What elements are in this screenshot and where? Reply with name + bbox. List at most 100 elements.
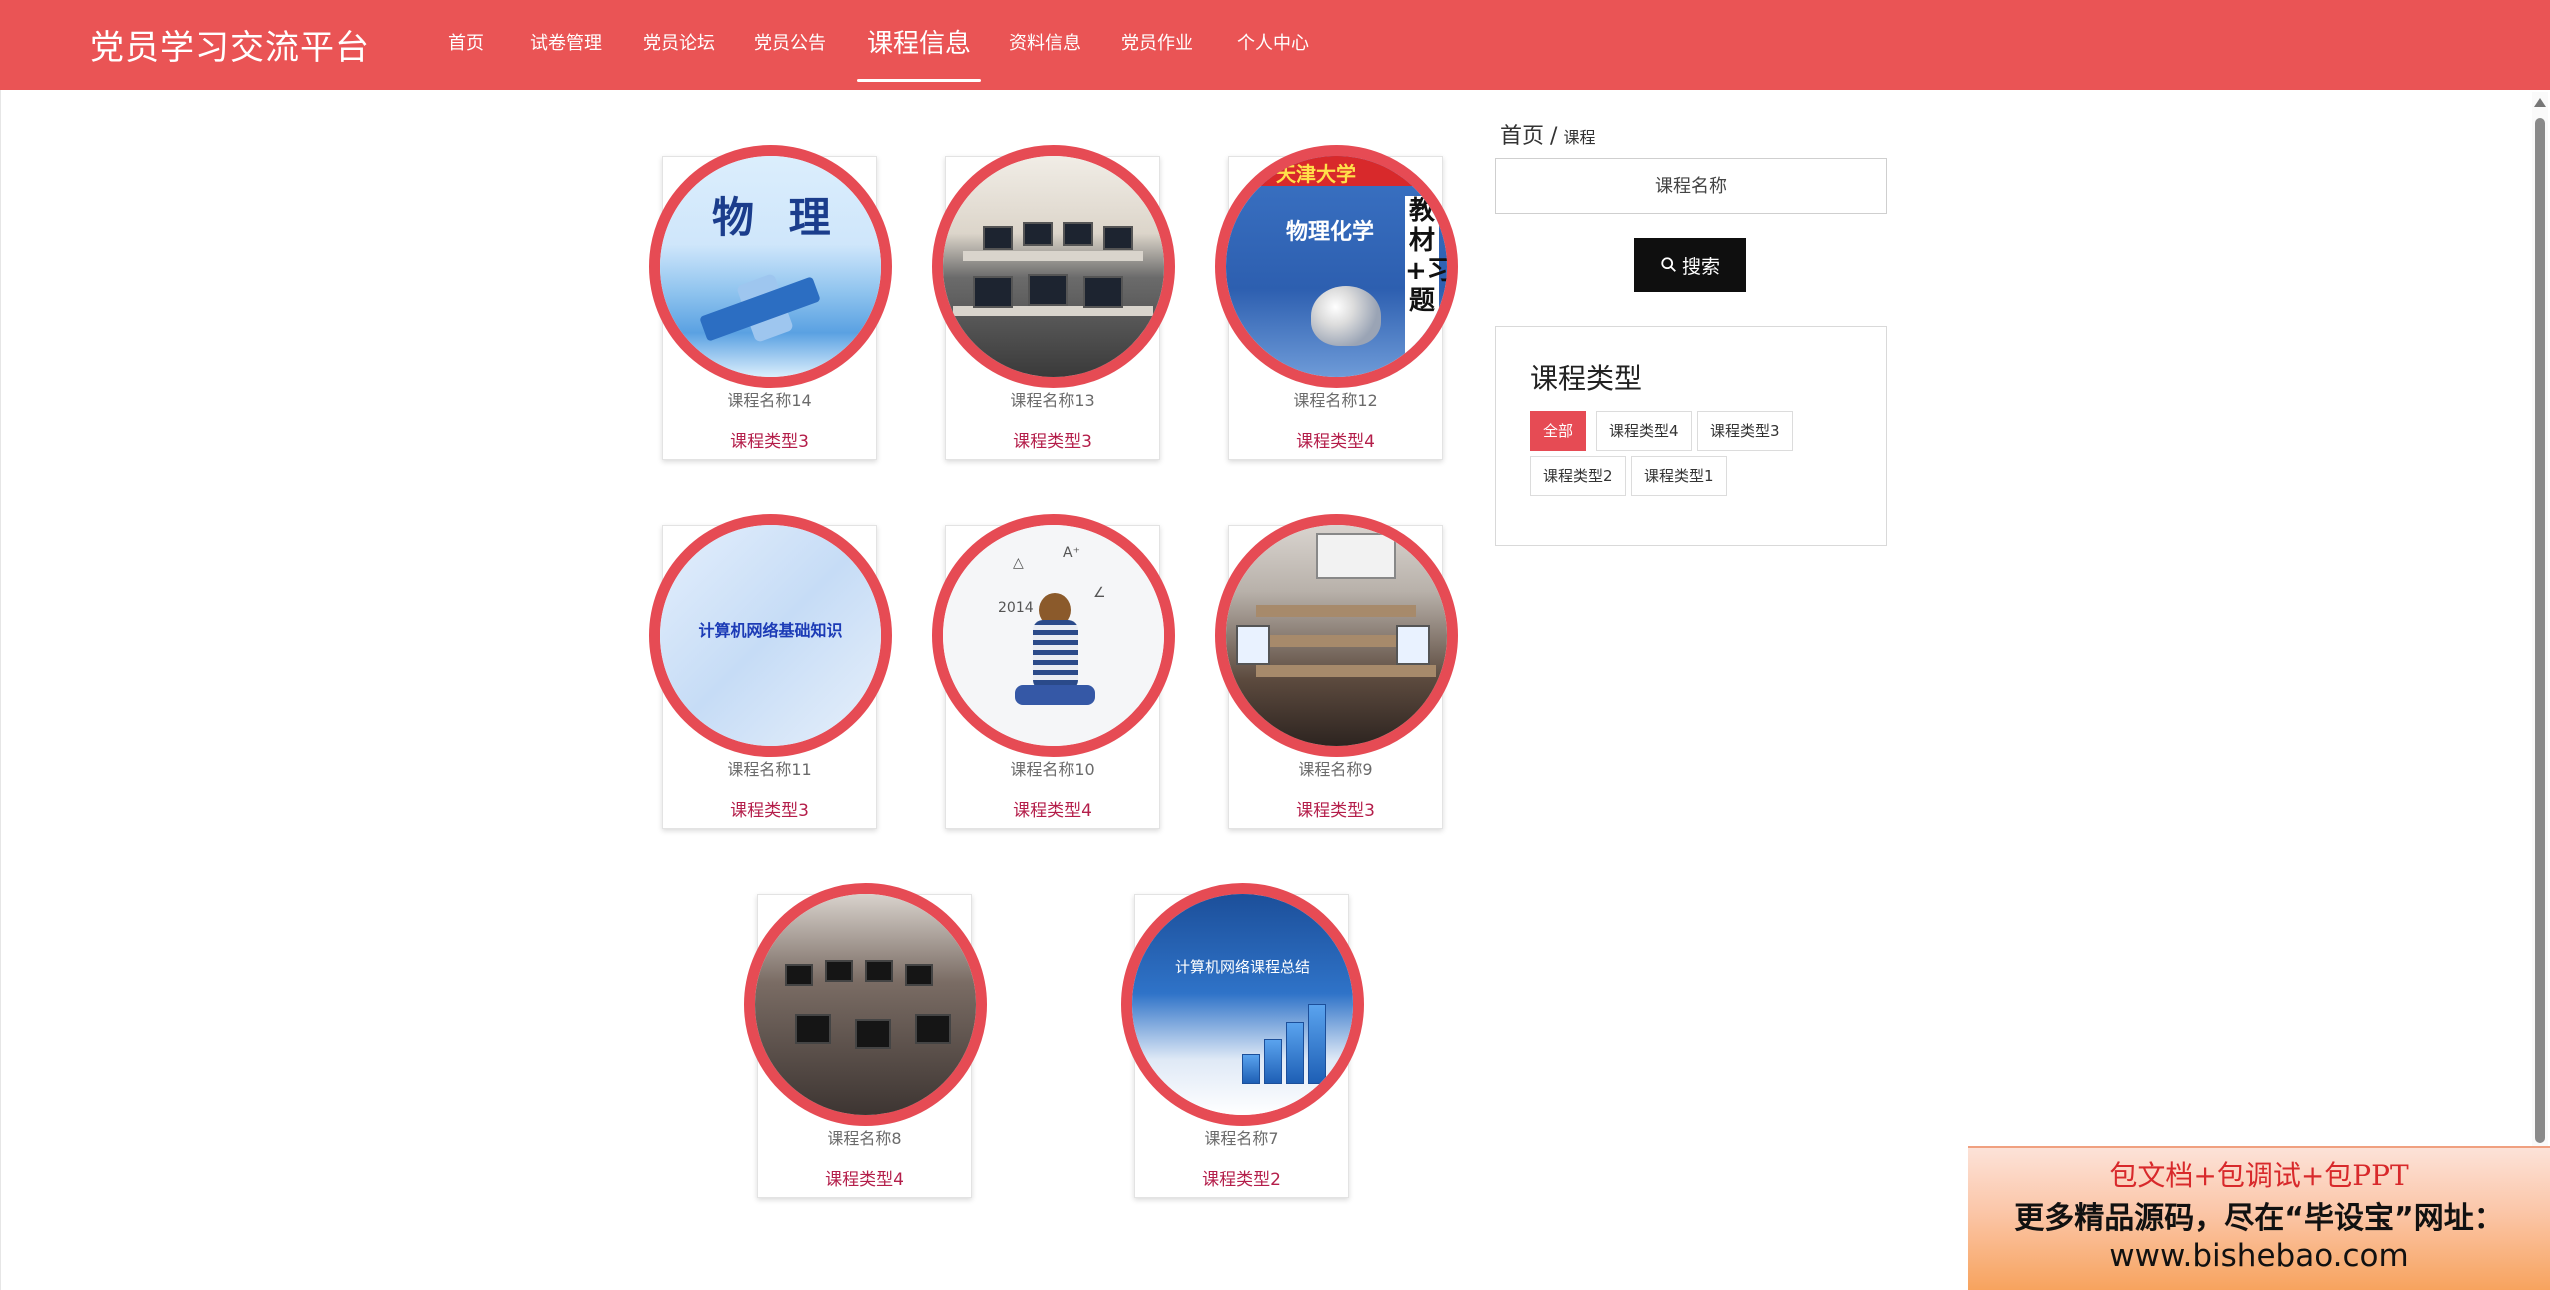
girl-reading-image: △ A⁺ ∠ 2014 [943, 525, 1164, 746]
course-image[interactable] [1215, 514, 1458, 757]
course-card[interactable]: 课程名称13 课程类型3 [932, 145, 1175, 460]
course-card[interactable]: 物 理 课程名称14 课程类型3 [649, 145, 892, 460]
course-name[interactable]: 课程名称10 [946, 756, 1159, 780]
course-image[interactable]: 天津大学 物理化学 教材+习题 [1215, 145, 1458, 388]
course-name[interactable]: 课程名称14 [663, 387, 876, 411]
monitor [1103, 226, 1133, 250]
course-type: 课程类型4 [1296, 432, 1375, 452]
course-name-search-input[interactable] [1495, 158, 1887, 214]
type-filter-4[interactable]: 课程类型4 [1596, 411, 1692, 451]
promo-line-2: 更多精品源码，尽在“毕设宝”网址： [2014, 1201, 2504, 1236]
course-image[interactable] [932, 145, 1175, 388]
course-name[interactable]: 课程名称12 [1229, 387, 1442, 411]
network-basics-image: 计算机网络基础知识 [660, 525, 881, 746]
breadcrumb-separator: / [1550, 124, 1558, 149]
nav-item-forum[interactable]: 党员论坛 [643, 0, 715, 90]
bar-graphic [1242, 1054, 1260, 1084]
monitor [1236, 625, 1270, 665]
course-card[interactable]: 计算机网络课程总结 课程名称7 课程类型2 [1121, 883, 1364, 1198]
classroom-image [1226, 525, 1447, 746]
students-computer-room-image [755, 894, 976, 1115]
course-type: 课程类型3 [730, 432, 809, 452]
course-name[interactable]: 课程名称7 [1135, 1125, 1348, 1149]
course-type-filter-panel: 课程类型 全部 课程类型4 课程类型3 课程类型2 课程类型1 [1495, 326, 1887, 546]
projector-screen [1316, 533, 1396, 579]
course-type: 课程类型4 [825, 1170, 904, 1190]
course-image[interactable] [744, 883, 987, 1126]
nav-item-course-info[interactable]: 课程信息 [856, 0, 982, 90]
bar-graphic [1286, 1022, 1304, 1084]
promo-banner[interactable]: 包文档+包调试+包PPT 更多精品源码，尽在“毕设宝”网址： www.bishe… [1968, 1146, 2550, 1290]
course-image[interactable]: 计算机网络基础知识 [649, 514, 892, 757]
monitor [1396, 625, 1430, 665]
course-name[interactable]: 课程名称11 [663, 756, 876, 780]
sketch-number: 2014 [998, 600, 1034, 616]
course-type-title: 课程类型 [1530, 362, 1643, 395]
course-image[interactable]: △ A⁺ ∠ 2014 [932, 514, 1175, 757]
course-card[interactable]: 天津大学 物理化学 教材+习题 课程名称12 课程类型4 [1215, 145, 1458, 460]
course-name[interactable]: 课程名称8 [758, 1125, 971, 1149]
course-type: 课程类型3 [730, 801, 809, 821]
image-text: 教材+习题 [1405, 196, 1447, 356]
monitor [785, 964, 813, 986]
course-card[interactable]: 课程名称8 课程类型4 [744, 883, 987, 1198]
monitor [983, 226, 1013, 250]
image-text: 计算机网络课程总结 [1174, 958, 1310, 976]
girl-body [1033, 620, 1078, 690]
monitor [865, 960, 893, 982]
course-image[interactable]: 计算机网络课程总结 [1121, 883, 1364, 1126]
nav-item-exam-management[interactable]: 试卷管理 [530, 0, 602, 90]
monitor [825, 960, 853, 982]
search-button[interactable]: 搜索 [1634, 238, 1746, 292]
type-filter-all[interactable]: 全部 [1530, 411, 1587, 451]
promo-url[interactable]: www.bishebao.com [1968, 1238, 2550, 1274]
desk-row [1256, 665, 1436, 677]
breadcrumb-home[interactable]: 首页 [1500, 124, 1544, 149]
type-filter-2[interactable]: 课程类型2 [1530, 456, 1626, 496]
sketch-triangle: △ [1013, 555, 1024, 571]
monitor [795, 1014, 831, 1044]
nav-item-profile[interactable]: 个人中心 [1237, 0, 1309, 90]
course-type: 课程类型2 [1202, 1170, 1281, 1190]
course-type: 课程类型3 [1013, 432, 1092, 452]
image-text: 物理化学 [1286, 220, 1375, 245]
top-navbar: 党员学习交流平台 首页 试卷管理 党员论坛 党员公告 课程信息 资料信息 党员作… [0, 0, 2550, 90]
monitor [1023, 222, 1053, 246]
sketch-letter: A⁺ [1063, 545, 1080, 561]
bar-graphic [1308, 1004, 1326, 1084]
scrollbar-thumb[interactable] [2535, 118, 2545, 1143]
desk-row [1256, 605, 1416, 617]
course-type: 课程类型3 [1296, 801, 1375, 821]
type-filter-3[interactable]: 课程类型3 [1697, 411, 1793, 451]
nav-item-homework[interactable]: 党员作业 [1121, 0, 1193, 90]
course-card[interactable]: △ A⁺ ∠ 2014 课程名称10 课程类型4 [932, 514, 1175, 829]
course-name[interactable]: 课程名称9 [1229, 756, 1442, 780]
image-text: 计算机网络基础知识 [698, 621, 843, 640]
monitor [973, 276, 1013, 308]
nav-item-materials[interactable]: 资料信息 [1009, 0, 1081, 90]
image-text: 物 理 [712, 193, 841, 242]
breadcrumb-current: 课程 [1563, 128, 1596, 147]
computer-lab-image [943, 156, 1164, 377]
course-image[interactable]: 物 理 [649, 145, 892, 388]
monitor [905, 964, 933, 986]
search-button-label: 搜索 [1681, 255, 1720, 278]
site-title[interactable]: 党员学习交流平台 [90, 20, 370, 69]
girl-legs [1015, 685, 1095, 705]
nav-item-announcement[interactable]: 党员公告 [754, 0, 826, 90]
search-icon [1661, 257, 1676, 272]
desk [963, 251, 1143, 261]
course-type: 课程类型4 [1013, 801, 1092, 821]
image-text: 天津大学 [1276, 162, 1356, 186]
course-card[interactable]: 计算机网络基础知识 课程名称11 课程类型3 [649, 514, 892, 829]
course-card[interactable]: 课程名称9 课程类型3 [1215, 514, 1458, 829]
scroll-up-arrow-icon[interactable] [2534, 98, 2546, 107]
nav-item-home[interactable]: 首页 [448, 0, 484, 90]
monitor [1063, 222, 1093, 246]
sketch-compass: ∠ [1093, 585, 1106, 601]
physics-textbook-image: 物 理 [660, 156, 881, 377]
bar-graphic [1264, 1039, 1282, 1084]
tianjin-university-books-image: 天津大学 物理化学 教材+习题 [1226, 156, 1447, 377]
course-name[interactable]: 课程名称13 [946, 387, 1159, 411]
type-filter-1[interactable]: 课程类型1 [1631, 456, 1727, 496]
